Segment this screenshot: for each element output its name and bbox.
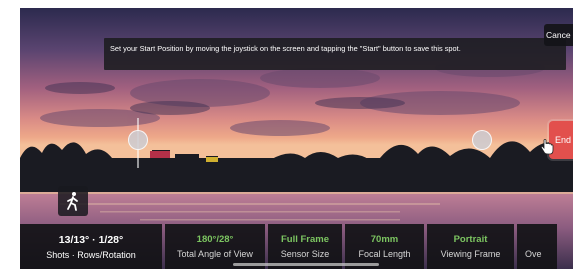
instruction-tooltip: Set your Start Position by moving the jo… bbox=[104, 38, 566, 70]
sensor-value: Full Frame bbox=[280, 234, 330, 245]
viewing-value: Portrait bbox=[453, 234, 488, 245]
overlap-panel[interactable]: Ove bbox=[517, 224, 557, 269]
focal-label: Focal Length bbox=[358, 249, 411, 259]
overlap-label: Ove bbox=[525, 249, 542, 259]
cancel-button[interactable]: Cance bbox=[544, 24, 573, 46]
tooltip-text: Set your Start Position by moving the jo… bbox=[110, 44, 461, 53]
end-label: End bbox=[555, 135, 572, 145]
start-position-marker[interactable] bbox=[128, 130, 148, 150]
viewing-frame-panel[interactable]: Portrait Viewing Frame bbox=[427, 224, 514, 269]
shots-panel[interactable]: 13/13° · 1/28° Shots · Rows/Rotation bbox=[20, 224, 162, 269]
shots-label: Shots · Rows/Rotation bbox=[46, 249, 136, 260]
end-position-marker[interactable] bbox=[472, 130, 492, 150]
angle-value: 180°/28° bbox=[196, 234, 234, 245]
walking-person-icon bbox=[67, 192, 78, 211]
home-indicator bbox=[233, 263, 379, 266]
focal-value: 70mm bbox=[370, 234, 399, 245]
hand-pointer-icon bbox=[540, 139, 554, 155]
cancel-label: Cance bbox=[546, 30, 571, 40]
viewing-label: Viewing Frame bbox=[440, 249, 501, 259]
joystick-button[interactable] bbox=[58, 186, 88, 216]
sensor-label: Sensor Size bbox=[280, 249, 330, 259]
angle-label: Total Angle of View bbox=[177, 249, 253, 259]
shots-value: 13/13° · 1/28° bbox=[58, 233, 124, 246]
